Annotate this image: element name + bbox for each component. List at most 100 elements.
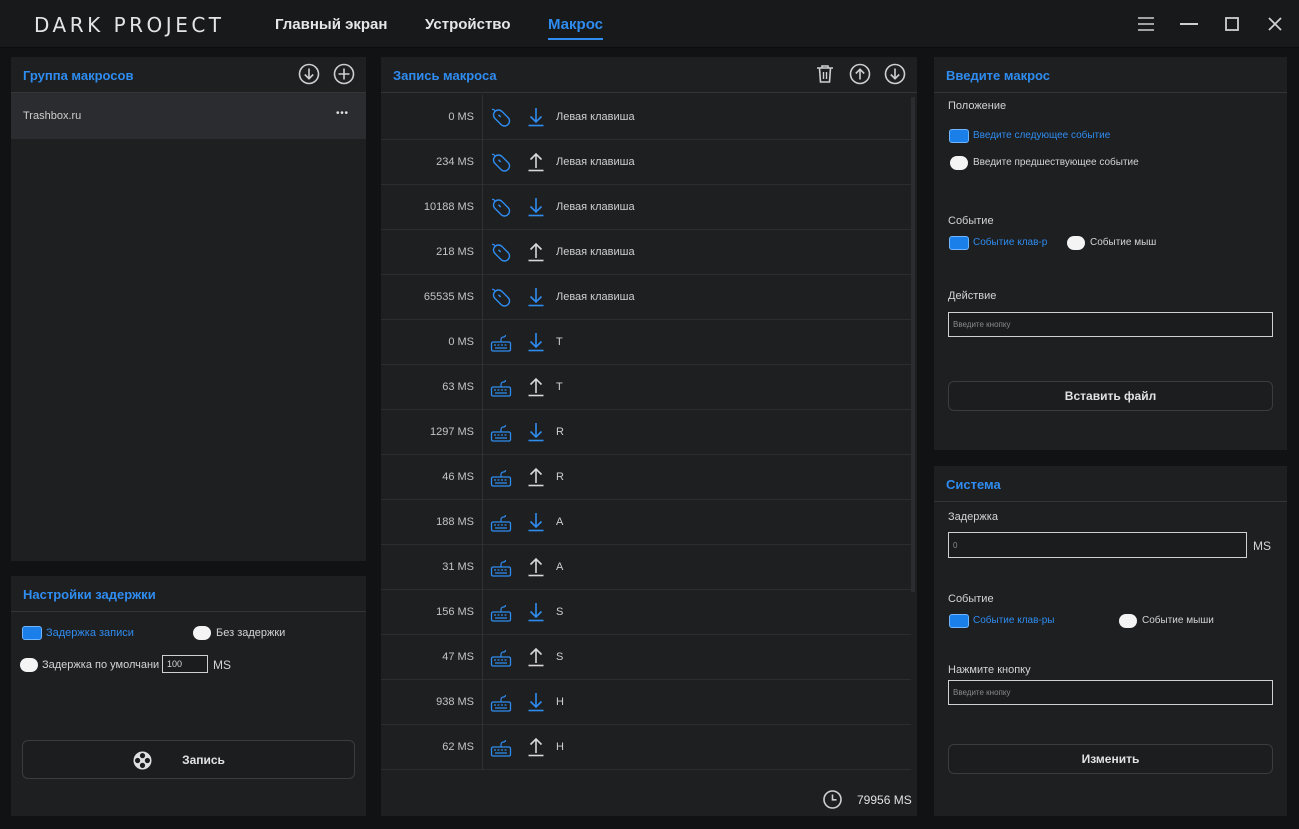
tab-device[interactable]: Устройство — [425, 16, 511, 33]
record-key-label: Левая клавиша — [556, 156, 635, 168]
macro-record-row[interactable]: 0 MS Левая клавиша — [381, 95, 911, 140]
record-key-label: A — [556, 561, 564, 573]
record-key-label: R — [556, 426, 564, 438]
more-options-icon[interactable]: • • • — [336, 108, 348, 119]
system-title: Система — [946, 477, 1001, 492]
record-button-label: Запись — [182, 752, 225, 767]
minimize-button[interactable] — [1177, 12, 1201, 36]
insert-file-button[interactable]: Вставить файл — [948, 381, 1273, 411]
no-delay-label: Без задержки — [216, 627, 286, 639]
mouse-event-toggle[interactable] — [1067, 236, 1085, 250]
key-down-icon — [527, 602, 545, 622]
keyboard-icon — [490, 603, 512, 623]
delay-input[interactable]: 0 — [948, 532, 1247, 558]
prev-event-label: Введите предшествующее событие — [973, 157, 1139, 168]
key-event-label: Событие клав-р — [973, 237, 1048, 248]
maximize-button[interactable] — [1220, 12, 1244, 36]
macro-record-row[interactable]: 234 MS Левая клавиша — [381, 140, 911, 185]
keyboard-icon — [490, 738, 512, 758]
press-key-input[interactable]: Введите кнопку — [948, 680, 1273, 705]
action-label: Действие — [948, 290, 997, 302]
enter-macro-panel: Введите макрос Положение Введите следующ… — [934, 57, 1287, 450]
keyboard-icon — [490, 693, 512, 713]
key-down-icon — [527, 287, 545, 307]
hamburger-icon — [1138, 17, 1154, 31]
prev-event-toggle[interactable] — [950, 156, 968, 170]
record-button[interactable]: Запись — [22, 740, 355, 779]
total-time: 79956 MS — [857, 793, 912, 807]
no-delay-toggle[interactable] — [193, 626, 211, 640]
record-delay-time: 938 MS — [436, 696, 474, 708]
key-down-icon — [527, 692, 545, 712]
default-delay-input[interactable]: 100 — [162, 655, 208, 673]
key-up-icon — [527, 152, 545, 172]
keyboard-icon — [490, 558, 512, 578]
record-delay-label: Задержка записи — [46, 627, 134, 639]
record-key-label: Левая клавиша — [556, 111, 635, 123]
macro-record-row[interactable]: 0 MS T — [381, 320, 911, 365]
next-event-toggle[interactable] — [949, 129, 969, 143]
upload-icon[interactable] — [849, 63, 871, 85]
download-icon[interactable] — [884, 63, 906, 85]
macro-record-row[interactable]: 65535 MS Левая клавиша — [381, 275, 911, 320]
macro-record-row[interactable]: 218 MS Левая клавиша — [381, 230, 911, 275]
enter-macro-title: Введите макрос — [946, 68, 1051, 83]
tab-main-screen[interactable]: Главный экран — [275, 16, 387, 33]
macro-record-row[interactable]: 62 MS H — [381, 725, 911, 770]
key-up-icon — [527, 377, 545, 397]
macro-record-row[interactable]: 938 MS H — [381, 680, 911, 725]
macro-record-row[interactable]: 1297 MS R — [381, 410, 911, 455]
macro-record-row[interactable]: 188 MS A — [381, 500, 911, 545]
record-delay-time: 1297 MS — [429, 426, 474, 438]
mouse-icon — [490, 108, 512, 128]
key-down-icon — [527, 332, 545, 352]
menu-button[interactable] — [1134, 12, 1158, 36]
tab-macro[interactable]: Макрос — [548, 16, 603, 40]
keyboard-icon — [490, 648, 512, 668]
title-bar: DARK PROJECT Главный экран Устройство Ма… — [0, 0, 1299, 48]
record-key-label: H — [556, 741, 564, 753]
key-up-icon — [527, 647, 545, 667]
keyboard-icon — [490, 423, 512, 443]
change-button[interactable]: Изменить — [948, 744, 1273, 774]
record-icon — [133, 751, 152, 770]
system-key-event-toggle[interactable] — [949, 614, 969, 628]
key-up-icon — [527, 467, 545, 487]
default-delay-label: Задержка по умолчани — [42, 659, 160, 671]
maximize-icon — [1225, 17, 1239, 31]
macro-record-row[interactable]: 156 MS S — [381, 590, 911, 635]
macro-group-item[interactable]: Trashbox.ru • • • — [11, 93, 366, 139]
key-event-toggle[interactable] — [949, 236, 969, 250]
delay-settings-panel: Настройки задержки Задержка записи Без з… — [11, 576, 366, 816]
action-input[interactable]: Введите кнопку — [948, 312, 1273, 337]
record-delay-time: 31 MS — [442, 561, 474, 573]
system-mouse-event-label: Событие мыши — [1142, 615, 1214, 626]
record-key-label: S — [556, 651, 564, 663]
macro-group-panel: Группа макросов Trashbox.ru • • • — [11, 57, 366, 561]
macro-record-row[interactable]: 31 MS A — [381, 545, 911, 590]
trash-icon[interactable] — [814, 63, 836, 85]
close-button[interactable] — [1263, 12, 1287, 36]
keyboard-icon — [490, 468, 512, 488]
record-delay-toggle[interactable] — [22, 626, 42, 640]
macro-record-row[interactable]: 46 MS R — [381, 455, 911, 500]
keyboard-icon — [490, 333, 512, 353]
import-macro-icon[interactable] — [298, 63, 320, 85]
record-delay-time: 10188 MS — [423, 201, 474, 213]
record-key-label: Левая клавиша — [556, 246, 635, 258]
key-up-icon — [527, 557, 545, 577]
clock-icon — [823, 790, 842, 809]
keyboard-icon — [490, 378, 512, 398]
key-down-icon — [527, 197, 545, 217]
record-delay-time: 65535 MS — [423, 291, 474, 303]
system-mouse-event-toggle[interactable] — [1119, 614, 1137, 628]
default-delay-toggle[interactable] — [20, 658, 38, 672]
macro-record-row[interactable]: 10188 MS Левая клавиша — [381, 185, 911, 230]
macro-record-row[interactable]: 63 MS T — [381, 365, 911, 410]
key-down-icon — [527, 107, 545, 127]
macro-record-row[interactable]: 47 MS S — [381, 635, 911, 680]
record-scrollbar[interactable] — [911, 97, 915, 592]
add-macro-icon[interactable] — [333, 63, 355, 85]
macro-group-header: Группа макросов — [11, 57, 366, 93]
delay-settings-title: Настройки задержки — [23, 587, 156, 602]
